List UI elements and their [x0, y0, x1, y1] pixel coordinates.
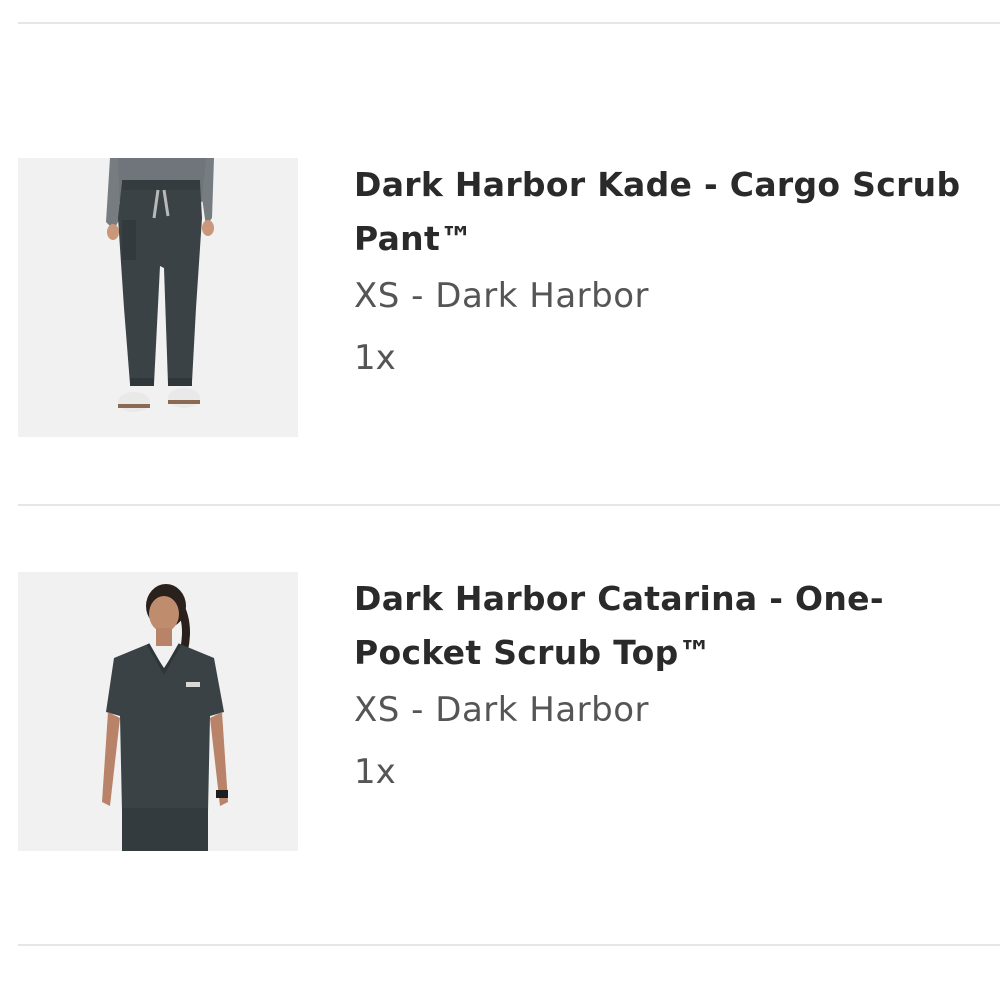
- item-divider: [18, 504, 1000, 506]
- product-quantity: 1x: [354, 338, 396, 378]
- bottom-divider: [18, 944, 1000, 946]
- product-variant: XS - Dark Harbor: [354, 690, 649, 730]
- scrub-pant-product-icon: [18, 158, 298, 437]
- product-title[interactable]: Dark Harbor Catarina - One-Pocket Scrub …: [354, 572, 994, 680]
- product-quantity: 1x: [354, 752, 396, 792]
- product-image-scrub-top[interactable]: [18, 572, 298, 851]
- product-variant: XS - Dark Harbor: [354, 276, 649, 316]
- scrub-top-product-icon: [18, 572, 298, 851]
- product-image-scrub-pant[interactable]: [18, 158, 298, 437]
- cart-item: Dark Harbor Catarina - One-Pocket Scrub …: [18, 572, 1000, 852]
- cart-item: Dark Harbor Kade - Cargo Scrub Pant™ XS …: [18, 158, 1000, 438]
- product-title[interactable]: Dark Harbor Kade - Cargo Scrub Pant™: [354, 158, 994, 266]
- top-divider: [18, 22, 1000, 24]
